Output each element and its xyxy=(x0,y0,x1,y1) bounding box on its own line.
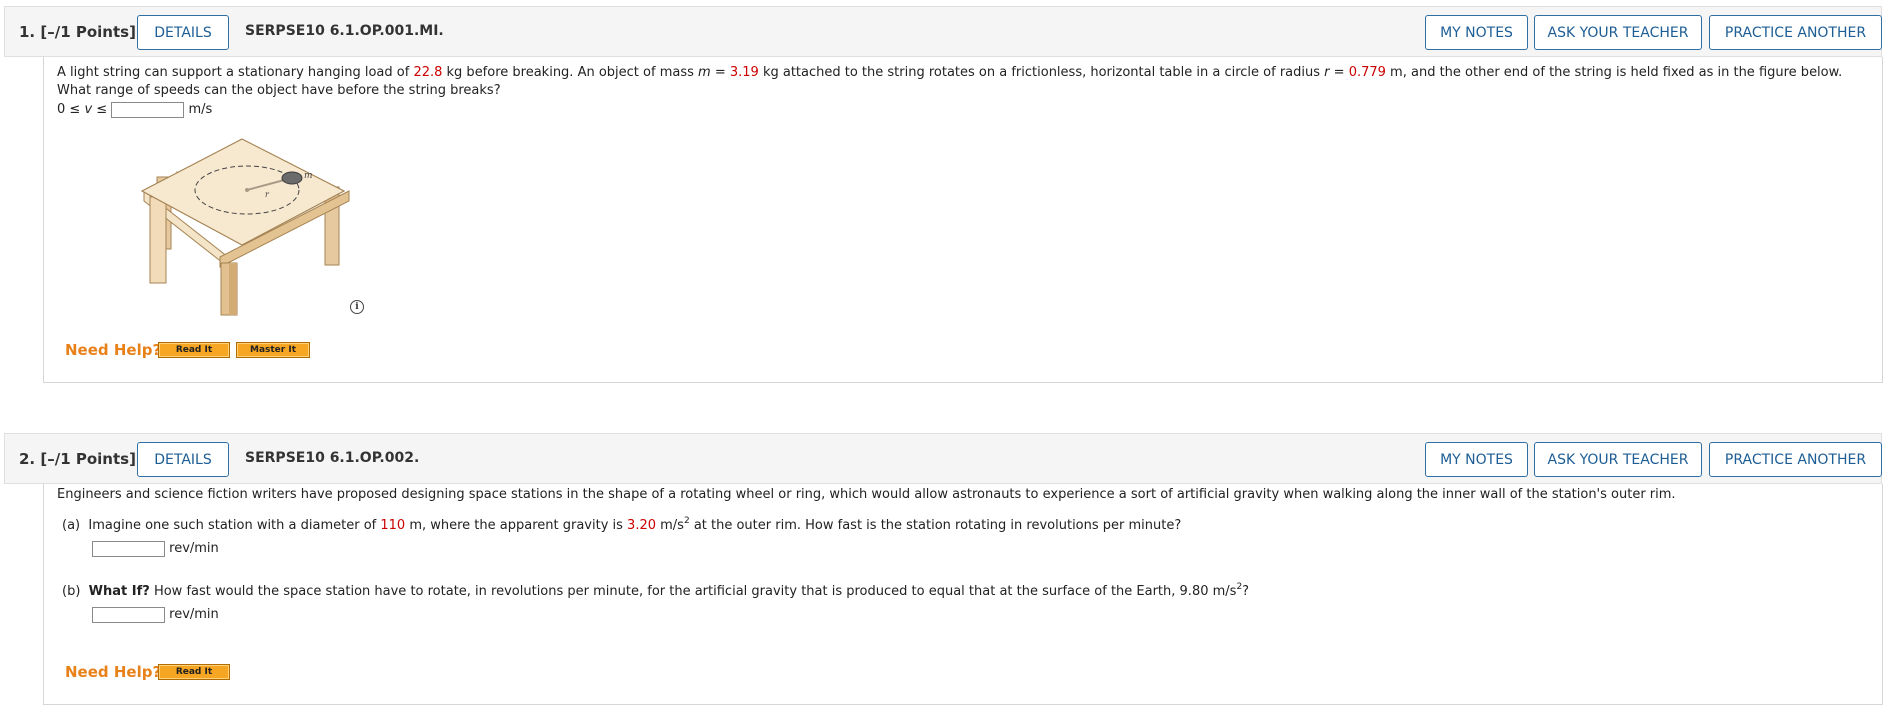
part-a-answer-row: rev/min xyxy=(92,540,1884,558)
details-button[interactable]: DETAILS xyxy=(137,15,229,50)
mass-symbol: m xyxy=(698,65,711,80)
read-it-button[interactable]: Read It xyxy=(158,664,230,680)
problem-intro: Engineers and science fiction writers ha… xyxy=(57,487,1676,502)
unit-label: rev/min xyxy=(169,607,219,622)
text-segment: A light string can support a stationary … xyxy=(57,65,414,80)
range-prefix: 0 ≤ xyxy=(57,102,85,117)
part-b: (b) What If? How fast would the space st… xyxy=(62,583,1877,601)
text-segment: at the outer rim. How fast is the statio… xyxy=(689,518,1182,533)
text-segment: kg before breaking. An object of mass xyxy=(442,65,699,80)
practice-another-button[interactable]: PRACTICE ANOTHER xyxy=(1709,15,1882,50)
question-number: 2. [–/1 Points] xyxy=(19,450,136,468)
mass-value: 3.19 xyxy=(729,65,759,80)
part-b-label: (b) xyxy=(62,584,81,599)
text-segment: m/s xyxy=(656,518,684,533)
part-a-label: (a) xyxy=(62,518,81,533)
radius-value: 0.779 xyxy=(1348,65,1386,80)
text-segment: Imagine one such station with a diameter… xyxy=(88,518,381,533)
what-if-label: What If? xyxy=(88,584,150,599)
part-a: (a) Imagine one such station with a diam… xyxy=(62,517,1877,535)
speed-symbol: v xyxy=(84,102,93,117)
part-b-answer-row: rev/min xyxy=(92,606,1884,624)
text-segment: ? xyxy=(1242,584,1250,599)
speed-answer-input[interactable] xyxy=(111,101,185,118)
question-code: SERPSE10 6.1.OP.001.MI. xyxy=(245,23,444,39)
load-value: 22.8 xyxy=(413,65,443,80)
problem-text: A light string can support a stationary … xyxy=(57,64,1872,100)
ask-your-teacher-button[interactable]: ASK YOUR TEACHER xyxy=(1534,442,1702,477)
master-it-button[interactable]: Master It xyxy=(236,342,310,358)
question-2-header: 2. [–/1 Points] DETAILS SERPSE10 6.1.OP.… xyxy=(4,433,1882,484)
need-help-label: Need Help? xyxy=(65,663,162,681)
range-suffix: ≤ xyxy=(92,102,112,117)
unit-label: rev/min xyxy=(169,541,219,556)
rotating-mass-table-figure: m r xyxy=(140,138,350,316)
part-a-answer-input[interactable] xyxy=(92,540,165,557)
ask-your-teacher-button[interactable]: ASK YOUR TEACHER xyxy=(1534,15,1702,50)
my-notes-button[interactable]: MY NOTES xyxy=(1425,442,1528,477)
read-it-button[interactable]: Read It xyxy=(158,342,230,358)
answer-row: 0 ≤ v ≤ m/s xyxy=(57,101,1872,119)
my-notes-button[interactable]: MY NOTES xyxy=(1425,15,1528,50)
part-b-answer-input[interactable] xyxy=(92,606,165,623)
diameter-value: 110 xyxy=(380,518,406,533)
text-segment: = xyxy=(710,65,730,80)
mass-label: m xyxy=(304,171,313,181)
text-segment: kg attached to the string rotates on a f… xyxy=(758,65,1325,80)
info-icon[interactable]: i xyxy=(350,300,364,314)
question-code: SERPSE10 6.1.OP.002. xyxy=(245,450,420,466)
question-1-header: 1. [–/1 Points] DETAILS SERPSE10 6.1.OP.… xyxy=(4,6,1882,57)
text-segment: m, where the apparent gravity is xyxy=(405,518,628,533)
question-1-body: A light string can support a stationary … xyxy=(43,57,1883,383)
question-number: 1. [–/1 Points] xyxy=(19,23,136,41)
practice-another-button[interactable]: PRACTICE ANOTHER xyxy=(1709,442,1882,477)
gravity-value: 3.20 xyxy=(627,518,656,533)
text-segment: How fast would the space station have to… xyxy=(149,584,1237,599)
unit-label: m/s xyxy=(188,102,213,117)
question-2-body: Engineers and science fiction writers ha… xyxy=(43,484,1883,705)
need-help-label: Need Help? xyxy=(65,341,162,359)
details-button[interactable]: DETAILS xyxy=(137,442,229,477)
text-segment: = xyxy=(1329,65,1349,80)
